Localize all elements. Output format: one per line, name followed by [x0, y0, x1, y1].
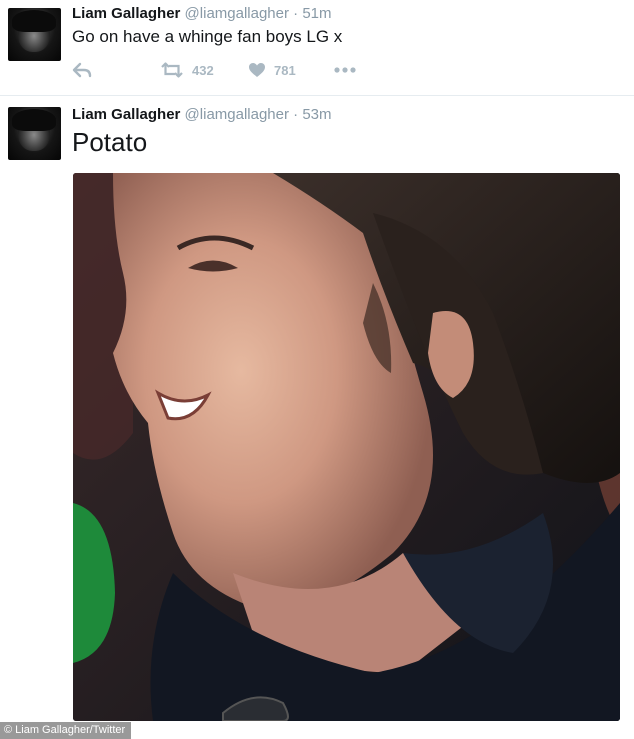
- like-button[interactable]: 781: [248, 62, 296, 78]
- retweet-button[interactable]: 432: [160, 62, 214, 78]
- avatar[interactable]: [8, 8, 61, 61]
- author-handle[interactable]: @liamgallagher: [185, 106, 289, 123]
- retweet-icon: [161, 62, 183, 78]
- tweet-text: Potato: [72, 127, 148, 157]
- timestamp[interactable]: 53m: [302, 106, 331, 123]
- author-handle[interactable]: @liamgallagher: [185, 5, 289, 22]
- heart-icon: [249, 63, 265, 77]
- avatar[interactable]: [8, 107, 61, 160]
- tweet-photo[interactable]: [73, 173, 620, 721]
- tweet-2[interactable]: Liam Gallagher @liamgallagher · 53m Pota…: [0, 96, 634, 739]
- tweet-text: Go on have a whinge fan boys LG x: [72, 27, 343, 46]
- author-name[interactable]: Liam Gallagher: [72, 106, 180, 123]
- photo-illustration: [73, 173, 620, 721]
- photo-credit: © Liam Gallagher/Twitter: [0, 722, 132, 739]
- separator: ·: [293, 106, 299, 123]
- reply-icon: [72, 62, 92, 78]
- timestamp[interactable]: 51m: [302, 5, 331, 22]
- like-count: 781: [274, 62, 296, 78]
- reply-button[interactable]: [72, 62, 92, 78]
- tweet-header: Liam Gallagher @liamgallagher · 53m: [72, 106, 332, 123]
- retweet-count: 432: [192, 62, 214, 78]
- more-icon: [334, 67, 356, 73]
- tweet-1[interactable]: Liam Gallagher @liamgallagher · 51m Go o…: [0, 0, 634, 96]
- more-button[interactable]: [334, 67, 356, 73]
- author-name[interactable]: Liam Gallagher: [72, 5, 180, 22]
- tweet-header: Liam Gallagher @liamgallagher · 51m: [72, 5, 332, 22]
- separator: ·: [293, 5, 299, 22]
